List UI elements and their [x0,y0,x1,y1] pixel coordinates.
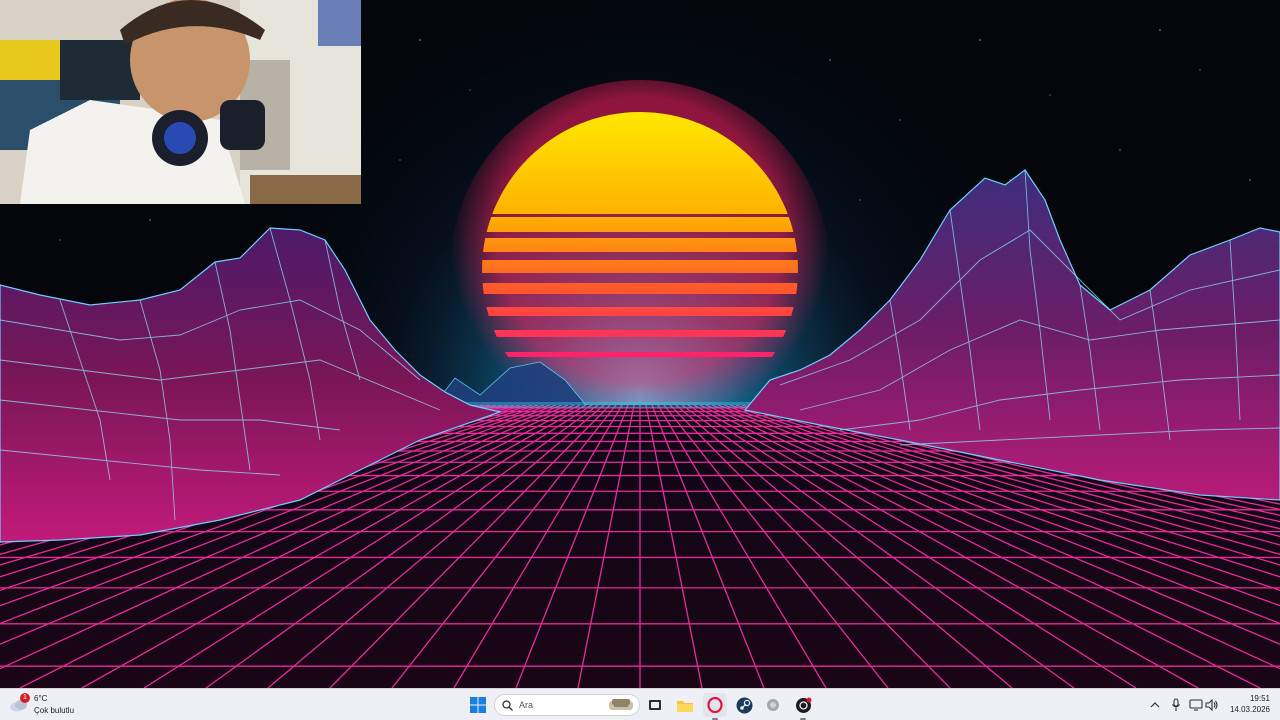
file-explorer-icon[interactable] [673,693,697,717]
taskbar-search-box[interactable]: Ara [494,694,640,716]
start-icon[interactable] [466,693,490,717]
notification-badge: 1 [20,693,30,703]
search-icon [499,694,515,716]
taskbar: 1 6°C Çok bulutlu Ara 19:51 14.03.2026 [0,688,1280,720]
webcam-overlay[interactable] [0,0,361,204]
weather-description: Çok bulutlu [34,706,75,715]
widget-icon [607,694,635,716]
app-icon[interactable] [791,693,815,720]
opera-icon[interactable] [703,693,727,720]
app-icon[interactable] [761,693,785,717]
weather-widget[interactable]: 1 6°C Çok bulutlu [6,691,96,719]
steam-icon[interactable] [732,693,756,717]
task-view-icon[interactable] [643,693,667,717]
clock-time: 19:51 [1249,694,1270,703]
system-clock[interactable]: 19:51 14.03.2026 [1210,693,1270,715]
search-placeholder: Ara [519,700,534,710]
desktop[interactable] [0,0,1280,688]
clock-date: 14.03.2026 [1229,705,1270,714]
weather-temperature: 6°C [34,694,48,703]
